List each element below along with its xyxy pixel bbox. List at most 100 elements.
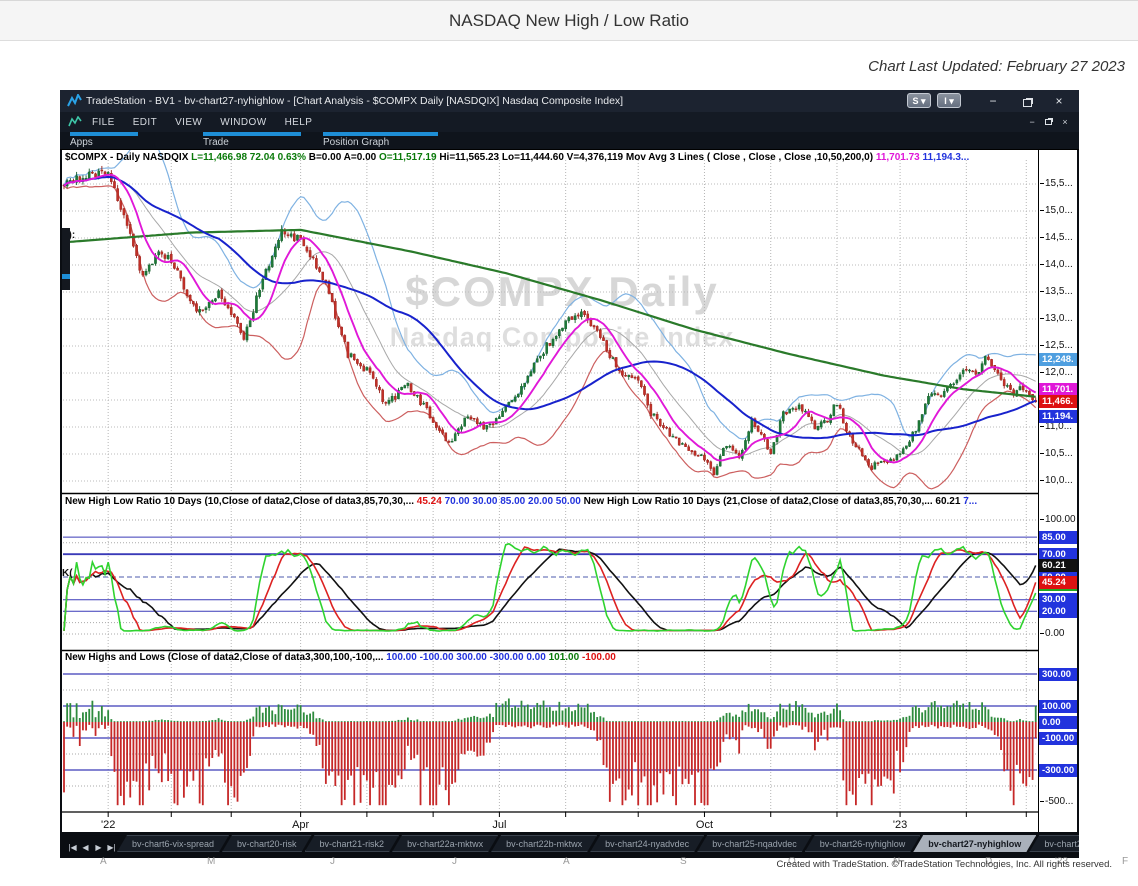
symbol-line-seg: 11,701.73	[876, 152, 923, 163]
axis-label: 14,5...	[1040, 232, 1073, 243]
tab-nav-prev-icon[interactable]: ◀	[79, 841, 92, 855]
axis-label-text: 100.00	[1045, 514, 1076, 525]
doc-restore-icon[interactable]	[1043, 112, 1055, 132]
axis-value-badge: -100.00	[1039, 732, 1077, 745]
axis-value-badge: -300.00	[1039, 764, 1077, 777]
symbol-line-seg: L=11,466.98 72.04 0.63%	[191, 152, 309, 163]
menu-help[interactable]: HELP	[285, 113, 313, 133]
restore-icon[interactable]	[1019, 94, 1035, 112]
symbol-line-seg: $COMPX - Daily NASDQIX	[65, 152, 191, 163]
symbol-line-seg: Hi=11,565.23 Lo=11,444.60 V=4,376,119	[439, 152, 626, 163]
axis-label-text: 0.00	[1045, 628, 1064, 639]
workspace-tab[interactable]: bv-chart24-nyadvdec	[590, 835, 704, 852]
axis-tick	[1040, 633, 1044, 634]
strategy-button[interactable]: S ▾	[907, 93, 931, 108]
clipped-month-label: M	[207, 856, 215, 867]
axis-tick	[1040, 372, 1044, 373]
axis-tick	[1040, 183, 1044, 184]
chart-updated-note: Chart Last Updated: February 27 2023	[868, 58, 1125, 75]
axis-label-text: 12,5...	[1045, 340, 1073, 351]
axis-label: 10,5...	[1040, 448, 1073, 459]
workspace-tab[interactable]: bv-chart21-risk2	[305, 835, 400, 852]
axis-value-badge: 60.21	[1039, 559, 1077, 572]
toolbar-tab-apps[interactable]: Apps	[70, 132, 138, 150]
axis-tick	[1040, 453, 1044, 454]
axis-label: 15,0...	[1040, 205, 1073, 216]
menu-window[interactable]: WINDOW	[220, 113, 266, 133]
toolbar-tab-position-graph[interactable]: Position Graph	[323, 132, 438, 150]
chart-area: $COMPX Daily Nasdaq Composite Index '22A…	[62, 150, 1077, 832]
axis-label: -500...	[1040, 796, 1073, 807]
clipped-month-label: A	[563, 856, 570, 867]
workspace-tab[interactable]: bv-chart27-nyhighlow	[913, 835, 1036, 852]
axis-tick	[1040, 519, 1044, 520]
axis-value-badge: 45.24	[1039, 576, 1077, 589]
new-highs-lows-seg: 101.00	[549, 652, 582, 663]
window-title: TradeStation - BV1 - bv-chart27-nyhighlo…	[86, 95, 623, 107]
axis-value-badge: 85.00	[1039, 531, 1077, 544]
toolbar-tab-label: Position Graph	[323, 136, 438, 148]
axis-label-text: 13,5...	[1045, 286, 1073, 297]
new-highs-lows-seg: New Highs and Lows (Close of data2,Close…	[65, 652, 386, 663]
document-window-controls: − ×	[1026, 112, 1071, 132]
doc-close-icon[interactable]: ×	[1059, 112, 1071, 132]
copyright-note: Created with TradeStation. ©TradeStation…	[777, 859, 1112, 870]
axis-value-badge: 11,194.	[1039, 410, 1077, 423]
menu-file[interactable]: FILE	[92, 113, 115, 133]
workspace-tab[interactable]: bv-chart26-nyhighlow	[805, 835, 921, 852]
svg-text:'22: '22	[101, 819, 115, 831]
indicator-button[interactable]: I ▾	[937, 93, 961, 108]
nhl-ratio-header: New High Low Ratio 10 Days (10,Close of …	[65, 496, 1035, 507]
tab-nav-next-icon[interactable]: ▶	[92, 841, 105, 855]
axis-tick	[1040, 426, 1044, 427]
axis-tick	[1040, 237, 1044, 238]
workspace-tab[interactable]: bv-chart22b-mktwx	[491, 835, 597, 852]
symbol-status-line: $COMPX - Daily NASDQIX L=11,466.98 72.04…	[65, 152, 1035, 163]
new-highs-lows-seg: -100.00	[582, 652, 616, 663]
new-highs-lows-seg: 100.00 -100.00 300.00 -300.00 0.00	[386, 652, 548, 663]
tab-nav-first-icon[interactable]: |◀	[66, 841, 79, 855]
svg-text:Oct: Oct	[696, 819, 713, 831]
workspace-tab[interactable]: bv-chart20-risk	[222, 835, 312, 852]
axis-label-text: 10,0...	[1045, 475, 1073, 486]
axis-value-badge: 100.00	[1039, 700, 1077, 713]
axis-value-badge: 20.00	[1039, 605, 1077, 618]
axis-tick	[1040, 264, 1044, 265]
workspace-tab[interactable]: bv-chart25-nqadvdec	[697, 835, 812, 852]
tradestation-window: TradeStation - BV1 - bv-chart27-nyhighlo…	[60, 90, 1079, 858]
nhl-ratio-seg: New High Low Ratio 10 Days (10,Close of …	[65, 496, 417, 507]
axis-label-text: 14,0...	[1045, 259, 1073, 270]
toolbar-tab-trade[interactable]: Trade	[203, 132, 301, 150]
clipped-month-label: A	[100, 856, 107, 867]
menu-view[interactable]: VIEW	[175, 113, 202, 133]
axis-value-badge: 12,248.	[1039, 353, 1077, 366]
menu-edit[interactable]: EDIT	[133, 113, 157, 133]
tab-nav-last-icon[interactable]: ▶|	[105, 841, 118, 855]
nhl-ratio-seg: 7...	[963, 496, 977, 507]
page-header-bar: NASDAQ New High / Low Ratio	[0, 0, 1138, 41]
tradestation-logo-icon	[67, 94, 82, 108]
doc-minimize-icon[interactable]: −	[1026, 112, 1038, 132]
axis-tick	[1040, 345, 1044, 346]
clipped-month-label: J	[330, 856, 335, 867]
axis-tick	[1040, 801, 1044, 802]
menu-items: FILE EDIT VIEW WINDOW HELP	[92, 112, 330, 133]
axis-value-badge: 11,701.	[1039, 383, 1077, 396]
symbol-line-seg: B=0.00 A=0.00	[309, 152, 379, 163]
toolbar-tab-label: Apps	[70, 136, 138, 148]
page-title: NASDAQ New High / Low Ratio	[0, 1, 1138, 40]
workspace-tab[interactable]: bv-chart6-vix-spread	[117, 835, 229, 852]
workspace-tab-bar: |◀◀▶▶| bv-chart6-vix-spreadbv-chart20-ri…	[60, 832, 1079, 858]
workspace-tab[interactable]: bv-chart22a-mktwx	[392, 835, 498, 852]
svg-text:Jul: Jul	[492, 819, 506, 831]
workspace-tab[interactable]: bv-chart28-vix-bolbands	[1029, 835, 1079, 852]
menu-bar: FILE EDIT VIEW WINDOW HELP − ×	[60, 112, 1079, 132]
close-icon[interactable]: ×	[1051, 92, 1067, 110]
symbol-line-seg: O=11,517.19	[379, 152, 439, 163]
axis-label: 13,5...	[1040, 286, 1073, 297]
axis-value-badge: 11,466.	[1039, 395, 1077, 408]
price-axis[interactable]: 15,5...15,0...14,5...14,0...13,5...13,0.…	[1038, 150, 1077, 832]
minimize-icon[interactable]: −	[985, 92, 1001, 110]
axis-label: 13,0...	[1040, 313, 1073, 324]
symbol-line-seg: Mov Avg 3 Lines ( Close , Close , Close …	[626, 152, 876, 163]
